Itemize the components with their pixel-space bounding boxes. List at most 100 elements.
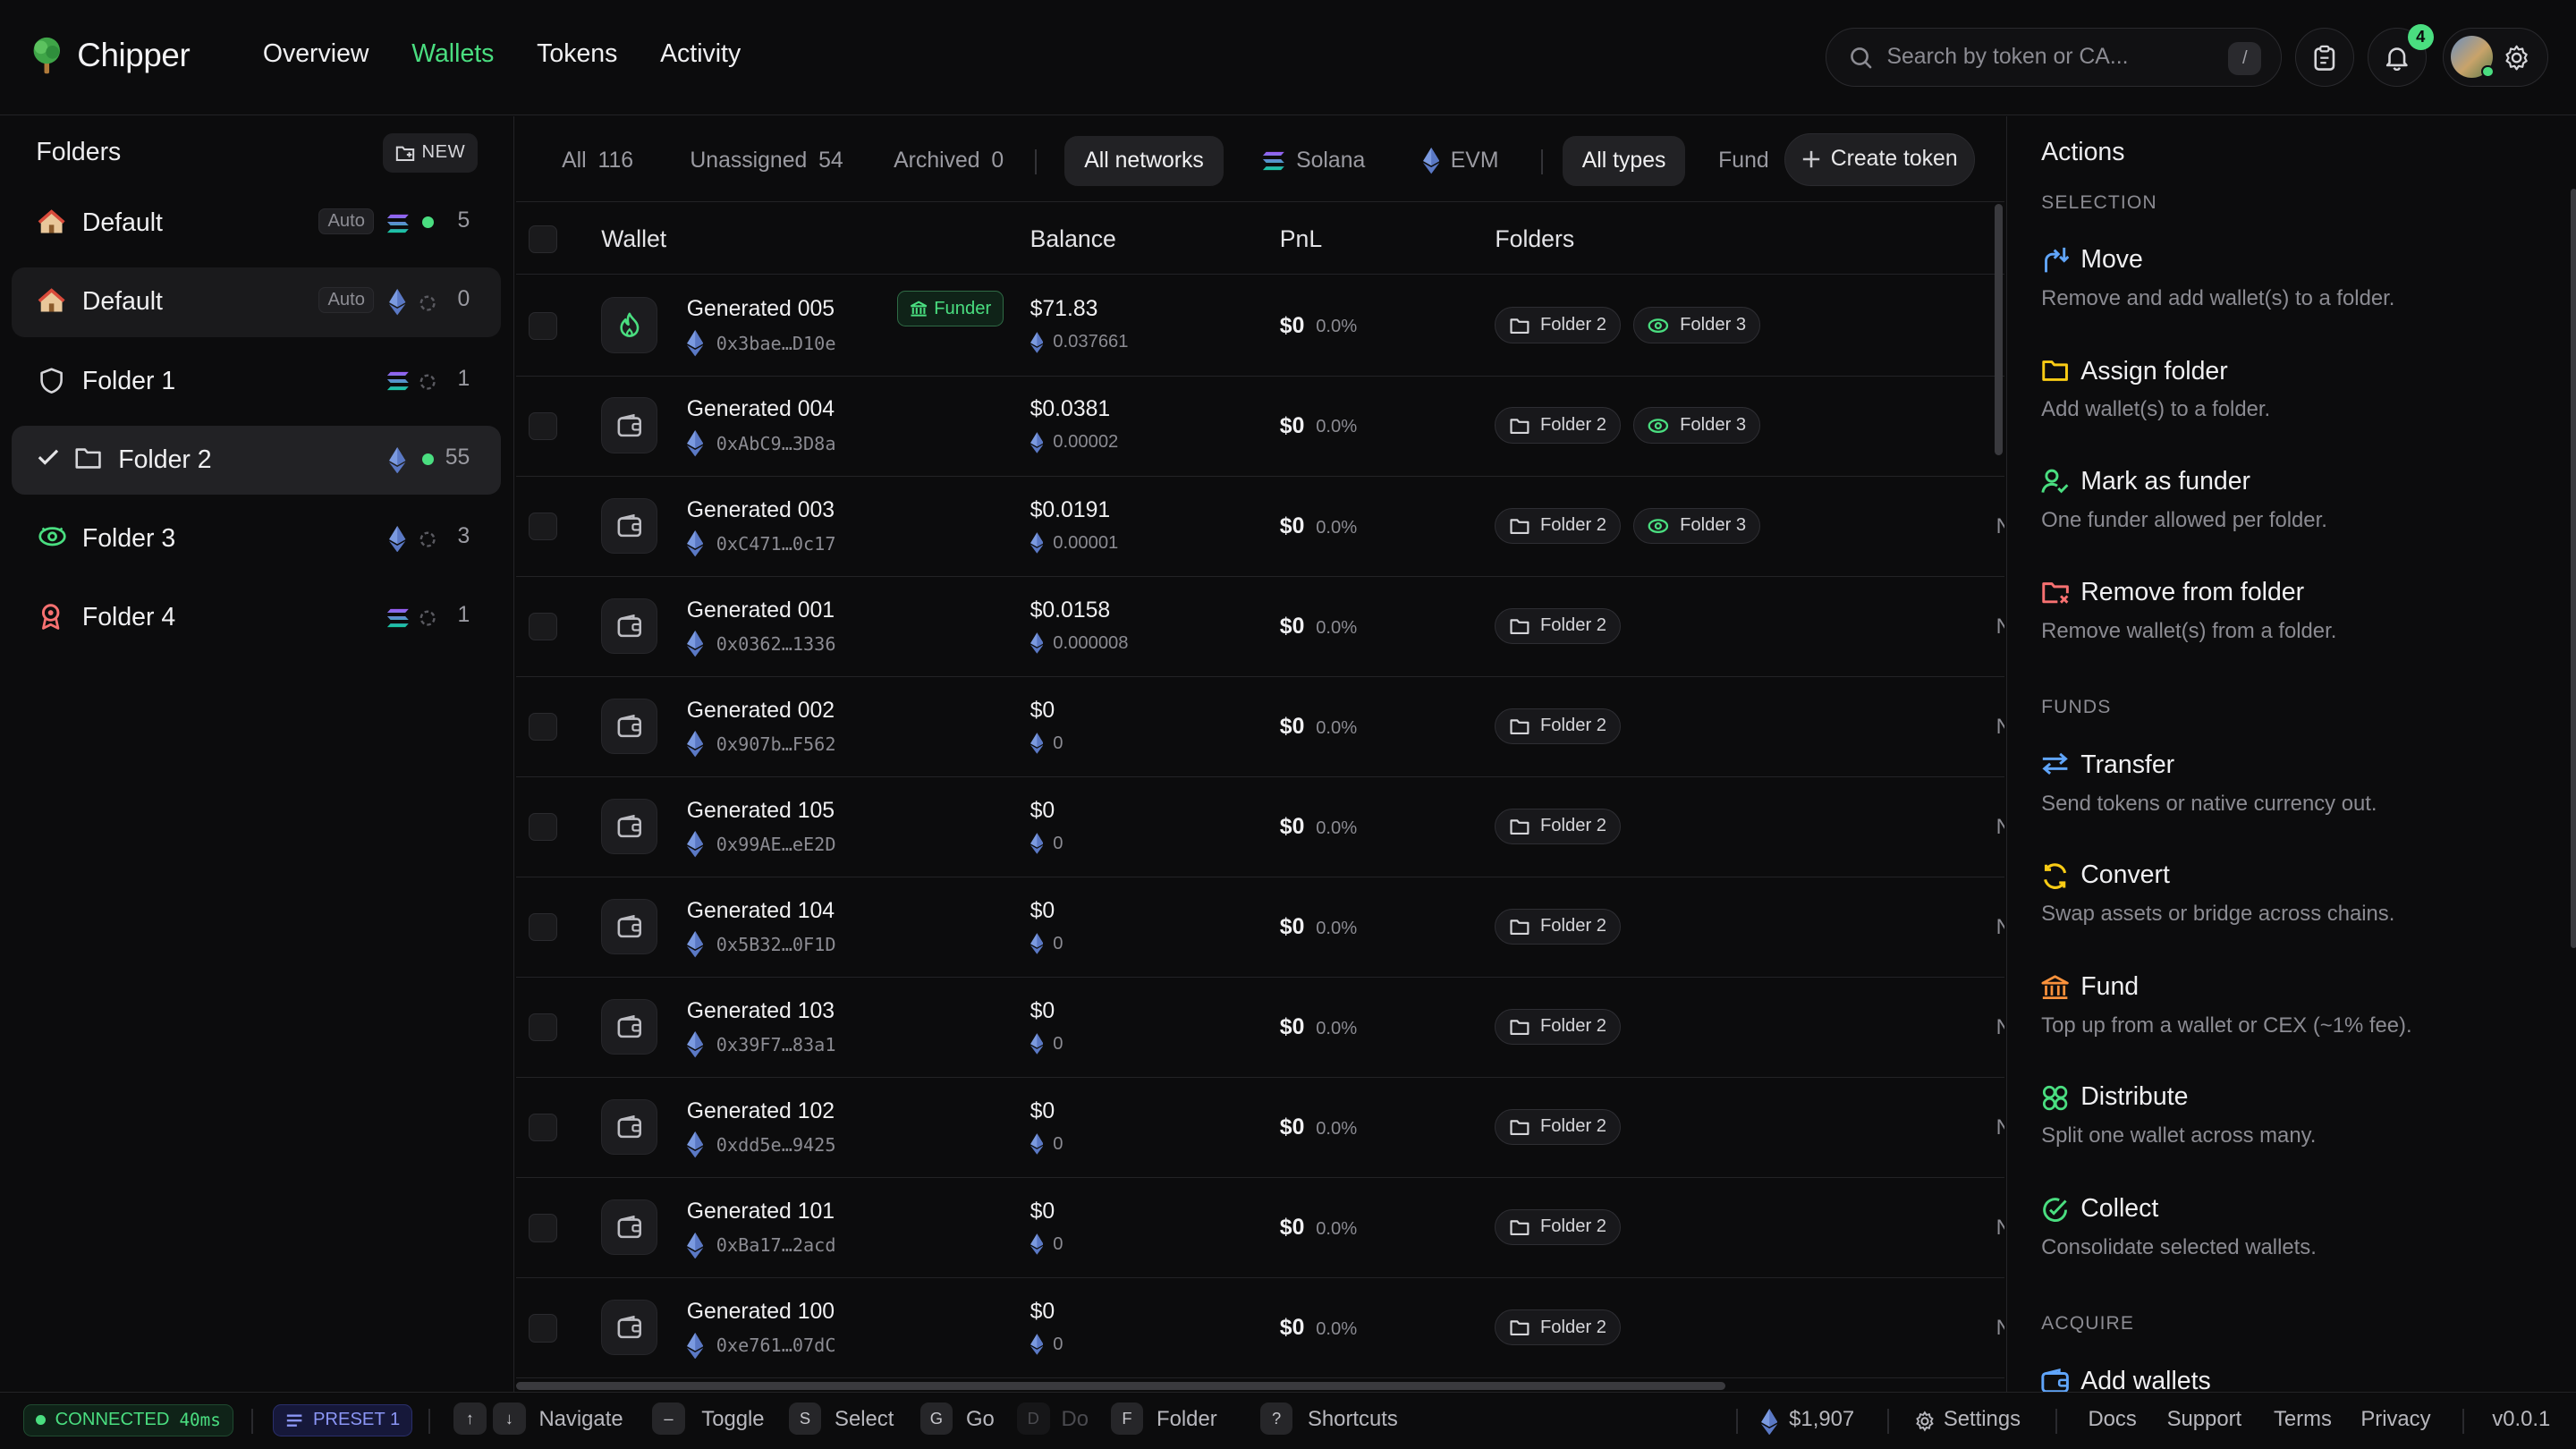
folder-chip[interactable]: Folder 3 (1632, 507, 1760, 544)
folder-item[interactable]: Folder 4 1 (12, 583, 501, 652)
action-assign-folder[interactable]: Assign folder Add wallet(s) to a folder. (2041, 355, 2534, 447)
shortcut-label[interactable]: Select (835, 1407, 894, 1432)
action-distribute[interactable]: Distribute Split one wallet across many. (2041, 1081, 2534, 1174)
shortcut-label[interactable]: Folder (1157, 1407, 1217, 1432)
wallet-name[interactable]: Generated 001 (687, 598, 835, 623)
wallet-name[interactable]: Generated 002 (687, 699, 835, 724)
table-vertical-scrollbar[interactable] (1994, 203, 2003, 455)
action-mark-as-funder[interactable]: Mark as funder One funder allowed per fol… (2041, 465, 2534, 557)
folder-chip[interactable]: Folder 2 (1495, 1008, 1621, 1046)
row-checkbox[interactable] (529, 613, 557, 641)
table-row[interactable]: Generated 101 0xBa17…2acd $0 0 $0 0.0% Folder … (515, 1178, 2004, 1278)
folder-chip[interactable]: Folder 3 (1632, 307, 1760, 343)
action-collect[interactable]: Collect Consolidate selected wallets. (2041, 1192, 2534, 1284)
privacy-link[interactable]: Privacy (2360, 1407, 2430, 1432)
table-row[interactable]: Generated 001 0x0362…1336 $0.0158 0.000008 $… (515, 577, 2004, 677)
folder-chip[interactable]: Folder 2 (1495, 1309, 1621, 1346)
shortcut-label[interactable]: Shortcuts (1308, 1407, 1398, 1432)
folder-chip[interactable]: Folder 2 (1495, 1208, 1621, 1246)
folder-chip[interactable]: Folder 2 (1495, 507, 1621, 544)
table-row[interactable]: Generated 002 0x907b…F562 $0 0 $0 0.0% Folder … (515, 677, 2004, 777)
row-checkbox[interactable] (529, 411, 557, 441)
wallet-address[interactable]: 0xC471…0c17 (686, 530, 835, 557)
row-checkbox[interactable] (529, 311, 557, 341)
wallet-address[interactable]: 0xBa17…2acd (686, 1232, 835, 1258)
wallet-name[interactable]: Generated 003 (687, 498, 835, 523)
table-row[interactable]: Generated 004 0xAbC9…3D8a $0.0381 0.00002 $0… (515, 377, 2004, 477)
wallet-name[interactable]: Generated 100 (687, 1300, 835, 1325)
table-row[interactable]: Generated 003 0xC471…0c17 $0.0191 0.00001 $0… (515, 477, 2004, 577)
folder-chip[interactable]: Folder 2 (1495, 708, 1621, 744)
action-transfer[interactable]: Transfer Send tokens or native currency o… (2041, 750, 2534, 842)
wallet-address[interactable]: 0xe761…07dC (686, 1332, 835, 1359)
shortcut-label[interactable]: Go (966, 1407, 995, 1432)
clipboard-button[interactable] (2294, 28, 2354, 88)
nav-tokens[interactable]: Tokens (537, 39, 617, 69)
row-checkbox[interactable] (529, 1114, 557, 1142)
filter-all[interactable]: All 116 (546, 136, 650, 185)
wallet-address[interactable]: 0x3bae…D10e (686, 330, 835, 357)
column-pnl[interactable]: PnL (1280, 225, 1322, 253)
notifications-button[interactable]: 4 (2367, 23, 2434, 88)
action-add-wallets[interactable]: Add wallets (2041, 1365, 2534, 1392)
preset-button[interactable]: PRESET 1 (272, 1403, 413, 1437)
action-fund[interactable]: Fund Top up from a wallet or CEX (~1% fee… (2041, 970, 2534, 1063)
table-row[interactable]: Generated 103 0x39F7…83a1 $0 0 $0 0.0% Folder … (515, 978, 2004, 1078)
action-convert[interactable]: Convert Swap assets or bridge across chai… (2041, 860, 2534, 952)
table-row[interactable]: Generated 100 0xe761…07dC $0 0 $0 0.0% Folder … (515, 1278, 2004, 1378)
row-checkbox[interactable] (529, 1314, 557, 1343)
wallet-name[interactable]: Generated 101 (687, 1199, 835, 1224)
create-token-button[interactable]: Create token (1784, 132, 1975, 186)
nav-activity[interactable]: Activity (660, 39, 741, 69)
wallet-address[interactable]: 0x0362…1336 (686, 631, 835, 657)
folder-item[interactable]: Folder 3 3 (12, 504, 501, 573)
wallet-address[interactable]: 0x99AE…eE2D (686, 831, 835, 858)
row-checkbox[interactable] (529, 813, 557, 842)
settings-link[interactable]: Settings (1944, 1407, 2021, 1432)
folder-chip[interactable]: Folder 2 (1495, 1108, 1621, 1146)
wallet-name[interactable]: Generated 102 (687, 1099, 835, 1124)
row-checkbox[interactable] (529, 713, 557, 741)
wallet-address[interactable]: 0x907b…F562 (686, 731, 835, 758)
folder-chip[interactable]: Folder 2 (1495, 607, 1621, 644)
table-row[interactable]: Generated 104 0x5B32…0F1D $0 0 $0 0.0% Folder … (515, 877, 2004, 978)
nav-overview[interactable]: Overview (263, 39, 369, 69)
wallet-address[interactable]: 0xAbC9…3D8a (686, 430, 835, 457)
filter-evm[interactable]: EVM (1406, 136, 1515, 185)
shortcut-label[interactable]: Navigate (538, 1407, 623, 1432)
select-all-checkbox[interactable] (529, 225, 557, 253)
filter-unassigned[interactable]: Unassigned 54 (674, 136, 860, 185)
shortcut-label[interactable]: Do (1062, 1407, 1089, 1432)
folder-chip[interactable]: Folder 3 (1632, 407, 1760, 444)
table-horizontal-scrollbar[interactable] (515, 1381, 1725, 1390)
filter-solana[interactable]: Solana (1245, 136, 1381, 185)
filter-all-networks[interactable]: All networks (1064, 136, 1224, 186)
column-wallet[interactable]: Wallet (601, 225, 666, 253)
row-checkbox[interactable] (529, 1214, 557, 1242)
folder-item[interactable]: Folder 2 55 (11, 425, 502, 495)
search-input[interactable]: Search by token or CA... / (1825, 28, 2283, 88)
folder-chip[interactable]: Folder 2 (1495, 908, 1621, 945)
table-row[interactable]: Generated 005 Funder 0x3bae…D10e $71.83 0.03… (515, 276, 2004, 377)
filter-archived[interactable]: Archived 0 (877, 136, 1021, 185)
terms-link[interactable]: Terms (2274, 1407, 2332, 1432)
wallet-name[interactable]: Generated 105 (687, 799, 835, 824)
folder-chip[interactable]: Folder 2 (1495, 307, 1621, 343)
wallet-address[interactable]: 0x5B32…0F1D (686, 931, 835, 958)
logo[interactable]: Chipper (30, 36, 191, 75)
wallet-name[interactable]: Generated 004 (687, 397, 835, 422)
row-checkbox[interactable] (529, 913, 557, 942)
support-link[interactable]: Support (2167, 1407, 2242, 1432)
shortcut-label[interactable]: Toggle (701, 1407, 764, 1432)
row-checkbox[interactable] (529, 513, 557, 541)
table-row[interactable]: Generated 105 0x99AE…eE2D $0 0 $0 0.0% Folder … (515, 777, 2004, 877)
actions-scrollbar[interactable] (2570, 189, 2576, 948)
filter-all-types[interactable]: All types (1562, 136, 1686, 186)
wallet-address[interactable]: 0xdd5e…9425 (686, 1131, 835, 1158)
column-folders[interactable]: Folders (1495, 225, 1574, 253)
profile-menu[interactable] (2443, 28, 2548, 88)
gear-icon[interactable] (2503, 44, 2530, 72)
folder-item[interactable]: Folder 1 1 (12, 347, 501, 416)
folder-chip[interactable]: Folder 2 (1495, 407, 1621, 444)
wallet-name[interactable]: Generated 103 (687, 999, 835, 1024)
